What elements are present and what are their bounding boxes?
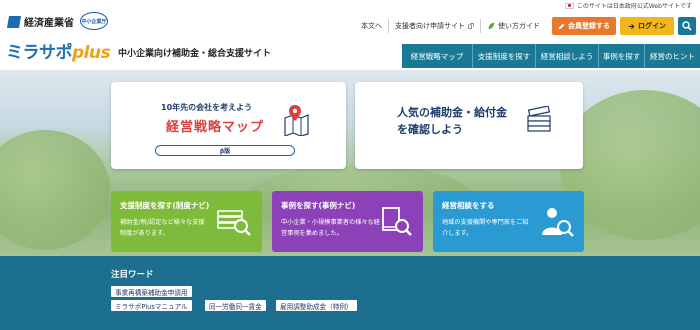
nav-find-support[interactable]: 支援制度を探す bbox=[472, 44, 535, 68]
popular-line-1: 人気の補助金・給付金 bbox=[397, 106, 507, 119]
consultant-icon bbox=[542, 208, 574, 237]
site-tagline: 中小企業向け補助金・総合支援サイト bbox=[118, 49, 272, 59]
agency-badge[interactable]: 中小企業庁 bbox=[80, 12, 108, 30]
keywords-section: 注目ワード 事業再構築補助金申請用 ミラサポPlusマニュアル 同一労働同一賃金… bbox=[0, 256, 700, 330]
keyword-tag[interactable]: 事業再構築補助金申請用 bbox=[111, 286, 192, 297]
gov-notice-text: このサイトは日本政府公式Webサイトです bbox=[576, 3, 692, 10]
guide-leaf-icon bbox=[488, 22, 495, 30]
money-search-icon bbox=[217, 210, 251, 236]
pencil-icon bbox=[558, 23, 565, 29]
beta-label: β版 bbox=[155, 145, 295, 156]
meti-logo[interactable]: 経済産業省 bbox=[6, 14, 74, 29]
background-tree bbox=[0, 130, 110, 250]
gov-strip: このサイトは日本政府公式Webサイトです bbox=[0, 0, 700, 12]
map-pin-icon bbox=[284, 105, 309, 136]
gov-notice: このサイトは日本政府公式Webサイトです bbox=[564, 1, 692, 10]
skip-to-content-link[interactable]: 本文へ bbox=[355, 19, 388, 33]
keyword-tag[interactable]: ミラサポPlusマニュアル bbox=[111, 300, 192, 311]
logo-plus: plus bbox=[72, 43, 111, 63]
support-navi-desc: 補助金/税/認定など様々な支援制度があります。 bbox=[120, 219, 205, 237]
popular-line-2: を確認しよう bbox=[397, 123, 463, 136]
strategy-subtitle: 10年先の会社を考えよう bbox=[161, 103, 253, 112]
consultation-card[interactable]: 経営相談をする 地域の支援機関や専門家をご紹介します。 bbox=[433, 191, 584, 252]
nav-consult[interactable]: 経営相談しよう bbox=[535, 44, 598, 68]
strategy-map-card[interactable]: 10年先の会社を考えよう 経営戦略マップ β版 bbox=[111, 82, 346, 169]
meti-mark-icon bbox=[6, 15, 22, 28]
register-label: 会員登録する bbox=[568, 22, 610, 30]
popular-subsidies-card[interactable]: 人気の補助金・給付金 を確認しよう bbox=[355, 82, 583, 169]
nav-strategy-map[interactable]: 経営戦略マップ bbox=[402, 44, 472, 68]
consultation-desc: 地域の支援機関や専門家をご紹介します。 bbox=[442, 219, 529, 237]
support-navi-title: 支援制度を探す(制度ナビ) bbox=[120, 201, 210, 210]
case-navi-card[interactable]: 事例を探す(事例ナビ) 中小企業・小規模事業者の様々な経営事例を集めました。 bbox=[272, 191, 423, 252]
guide-label: 使い方ガイド bbox=[498, 22, 540, 30]
utility-bar: 本文へ 支援者向け申請サイト 使い方ガイド 会員登録する ログイン bbox=[355, 16, 696, 36]
guide-link[interactable]: 使い方ガイド bbox=[480, 19, 546, 33]
hero-section: 10年先の会社を考えよう 経営戦略マップ β版 人気の補助金・給付金 を確認しよ… bbox=[0, 70, 700, 256]
supporter-site-link[interactable]: 支援者向け申請サイト bbox=[388, 19, 480, 33]
strategy-title: 経営戦略マップ bbox=[166, 120, 265, 135]
supporter-site-label: 支援者向け申請サイト bbox=[395, 22, 465, 30]
site-header: 経済産業省 中小企業庁 ミラサポplus 中小企業向け補助金・総合支援サイト 本… bbox=[0, 12, 700, 70]
keywords-heading: 注目ワード bbox=[111, 270, 154, 280]
external-link-icon bbox=[468, 23, 474, 29]
meti-name: 経済産業省 bbox=[24, 18, 74, 29]
register-button[interactable]: 会員登録する bbox=[552, 17, 616, 35]
case-navi-title: 事例を探す(事例ナビ) bbox=[281, 201, 356, 210]
keyword-tag[interactable]: 同一労働同一賃金 bbox=[205, 300, 266, 311]
search-button[interactable] bbox=[678, 17, 696, 35]
site-logo[interactable]: ミラサポplus bbox=[6, 38, 111, 63]
search-icon bbox=[682, 21, 692, 31]
case-navi-desc: 中小企業・小規模事業者の様々な経営事例を集めました。 bbox=[281, 219, 380, 237]
money-stack-icon bbox=[527, 106, 551, 132]
book-search-icon bbox=[382, 207, 412, 236]
login-button[interactable]: ログイン bbox=[620, 17, 674, 35]
login-label: ログイン bbox=[638, 22, 666, 30]
consultation-title: 経営相談をする bbox=[442, 201, 495, 210]
support-navi-card[interactable]: 支援制度を探す(制度ナビ) 補助金/税/認定など様々な支援制度があります。 bbox=[111, 191, 262, 252]
keyword-tag[interactable]: 雇用調整助成金（特例） bbox=[276, 300, 357, 311]
japan-flag-icon bbox=[564, 2, 574, 9]
nav-find-cases[interactable]: 事例を探す bbox=[598, 44, 644, 68]
main-nav: 経営戦略マップ 支援制度を探す 経営相談しよう 事例を探す 経営のヒント bbox=[402, 44, 700, 68]
logo-main: ミラサポ bbox=[6, 43, 73, 63]
nav-hints[interactable]: 経営のヒント bbox=[644, 44, 700, 68]
login-icon bbox=[628, 23, 635, 29]
popular-title: 人気の補助金・給付金 を確認しよう bbox=[397, 104, 507, 138]
